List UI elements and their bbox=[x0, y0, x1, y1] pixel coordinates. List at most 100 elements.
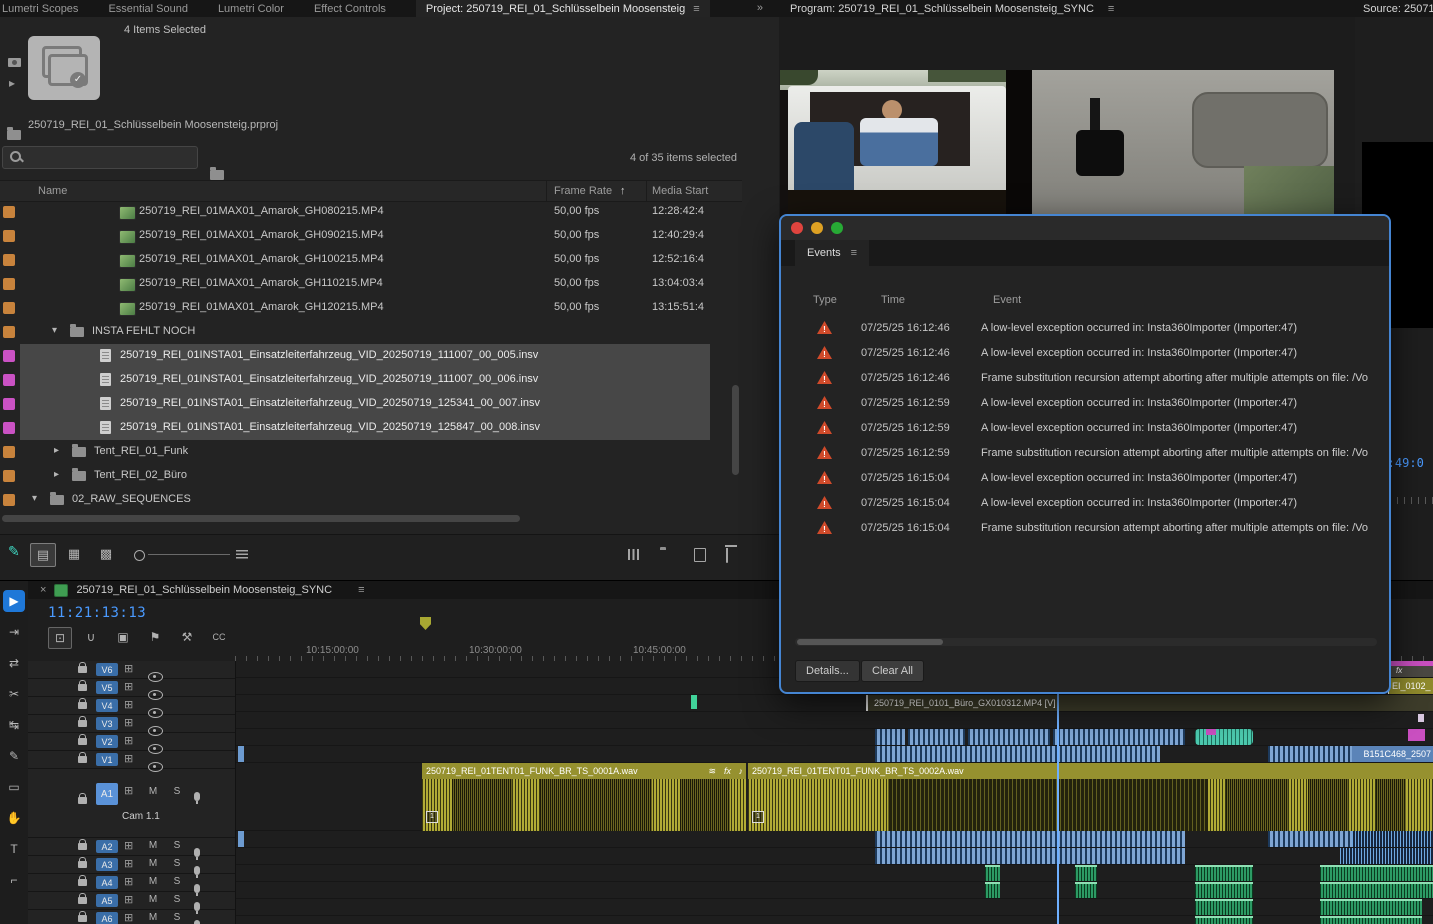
audio-track-header-a3[interactable]: A3 ⊞ M S bbox=[28, 856, 235, 878]
timeline-clip[interactable]: fx bbox=[1390, 661, 1433, 677]
track-select-forward-tool[interactable]: ⇥ bbox=[3, 621, 25, 643]
timeline-clip[interactable] bbox=[1075, 882, 1097, 898]
track-chip[interactable]: V2 bbox=[96, 735, 118, 748]
timeline-clip[interactable] bbox=[1268, 746, 1352, 762]
event-row[interactable]: 07/25/25 16:12:46 A low-level exception o… bbox=[781, 341, 1387, 366]
panel-menu-icon[interactable]: ≡ bbox=[693, 3, 699, 15]
col-media-start[interactable]: Media Start bbox=[652, 185, 708, 197]
project-bin-row[interactable]: ▸ Tent_REI_02_Büro bbox=[0, 464, 742, 488]
project-clip-row[interactable]: 250719_REI_01MAX01_Amarok_GH080215.MP4 50… bbox=[0, 200, 742, 224]
timeline-clip[interactable] bbox=[1195, 865, 1253, 881]
sync-lock-icon[interactable]: ⊞ bbox=[124, 857, 133, 871]
lock-icon[interactable] bbox=[78, 680, 87, 691]
automate-to-sequence-icon[interactable] bbox=[628, 549, 639, 560]
label-color-chip[interactable] bbox=[3, 326, 15, 338]
rectangle-tool[interactable]: ▭ bbox=[3, 776, 25, 798]
track-chip[interactable]: V5 bbox=[96, 681, 118, 694]
timeline-clip[interactable] bbox=[238, 746, 244, 762]
track-chip[interactable]: V6 bbox=[96, 663, 118, 676]
track-chip[interactable]: A5 bbox=[96, 894, 118, 907]
timeline-clip[interactable] bbox=[691, 695, 697, 709]
mute-button[interactable]: M bbox=[146, 786, 160, 797]
add-marker-icon[interactable]: ⚑ bbox=[144, 627, 166, 647]
zoom-slider-track[interactable] bbox=[148, 554, 230, 555]
timeline-panel-menu-icon[interactable]: ≡ bbox=[358, 584, 364, 596]
minimize-window-button[interactable] bbox=[811, 222, 823, 234]
video-track-header-v1[interactable]: V1 ⊞ bbox=[28, 751, 235, 772]
timeline-clip[interactable] bbox=[1408, 729, 1425, 741]
track-chip[interactable]: A4 bbox=[96, 876, 118, 889]
twirl-icon[interactable]: ▾ bbox=[32, 493, 37, 504]
timeline-settings-icon[interactable]: ⚒ bbox=[176, 627, 198, 647]
event-row[interactable]: 07/25/25 16:15:04 Frame substitution recu… bbox=[781, 516, 1387, 541]
tab-overflow-icon[interactable]: » bbox=[757, 2, 763, 14]
event-row[interactable]: 07/25/25 16:12:46 A low-level exception o… bbox=[781, 316, 1387, 341]
track-chip[interactable]: V1 bbox=[96, 753, 118, 766]
solo-button[interactable]: S bbox=[170, 912, 184, 923]
events-hscrollbar[interactable] bbox=[795, 638, 1377, 646]
events-panel-menu-icon[interactable]: ≡ bbox=[851, 247, 857, 259]
video-track-header-v2[interactable]: V2 ⊞ bbox=[28, 733, 235, 754]
freeform-view-icon[interactable]: ▩ bbox=[94, 543, 118, 565]
label-color-chip[interactable] bbox=[3, 254, 15, 266]
tab-project[interactable]: Project: 250719_REI_01_Schlüsselbein Moo… bbox=[415, 0, 710, 17]
solo-button[interactable]: S bbox=[170, 876, 184, 887]
tab-lumetri-scopes[interactable]: Lumetri Scopes bbox=[2, 3, 78, 15]
sequence-marker[interactable] bbox=[420, 617, 431, 630]
lock-icon[interactable] bbox=[78, 857, 87, 868]
tab-lumetri-color[interactable]: Lumetri Color bbox=[218, 3, 284, 15]
track-chip[interactable]: A6 bbox=[96, 912, 118, 924]
mute-button[interactable]: M bbox=[146, 912, 160, 923]
sort-ascending-icon[interactable]: ↑ bbox=[620, 185, 626, 197]
mute-button[interactable]: M bbox=[146, 894, 160, 905]
lock-icon[interactable] bbox=[78, 793, 87, 804]
timeline-clip[interactable] bbox=[1320, 916, 1422, 924]
label-color-chip[interactable] bbox=[3, 206, 15, 218]
audio-track-header-a6[interactable]: A6 ⊞ M S bbox=[28, 910, 235, 924]
solo-button[interactable]: S bbox=[170, 858, 184, 869]
timeline-clip[interactable] bbox=[1340, 848, 1433, 864]
track-chip[interactable]: A1 bbox=[96, 783, 118, 805]
timeline-clip[interactable]: B151C468_2507 bbox=[1352, 746, 1433, 762]
window-titlebar[interactable] bbox=[781, 216, 1389, 240]
tab-program[interactable]: Program: 250719_REI_01_Schlüsselbein Moo… bbox=[790, 3, 1094, 15]
project-vscrollbar[interactable] bbox=[732, 385, 739, 475]
mute-button[interactable]: M bbox=[146, 876, 160, 887]
lock-icon[interactable] bbox=[78, 698, 87, 709]
timeline-clip[interactable] bbox=[238, 831, 244, 847]
video-track-header-v5[interactable]: V5 ⊞ bbox=[28, 679, 235, 700]
project-file-name[interactable]: 250719_REI_01_Schlüsselbein Moosensteig.… bbox=[28, 119, 278, 131]
sync-lock-icon[interactable]: ⊞ bbox=[124, 875, 133, 889]
label-color-chip[interactable] bbox=[3, 302, 15, 314]
timeline-clip[interactable] bbox=[985, 865, 1000, 881]
audio-clip-funk-0001[interactable]: 250719_REI_01TENT01_FUNK_BR_TS_0001A.wav… bbox=[422, 763, 746, 831]
video-track-header-v4[interactable]: V4 ⊞ bbox=[28, 697, 235, 718]
sort-icon[interactable] bbox=[236, 550, 248, 559]
close-sequence-icon[interactable]: × bbox=[40, 584, 46, 596]
sync-lock-icon[interactable]: ⊞ bbox=[124, 911, 133, 924]
pen-tool[interactable]: ✎ bbox=[3, 745, 25, 767]
timeline-clip[interactable] bbox=[1195, 899, 1253, 915]
project-bin-row[interactable]: ▾ INSTA FEHLT NOCH bbox=[0, 320, 742, 344]
project-hscrollbar[interactable] bbox=[2, 515, 520, 522]
playhead-timecode[interactable]: 11:21:13:13 bbox=[48, 605, 146, 621]
col-name[interactable]: Name bbox=[38, 185, 67, 197]
project-bin-row[interactable]: ▸ Tent_REI_01_Funk bbox=[0, 440, 742, 464]
sync-lock-icon[interactable]: ⊞ bbox=[124, 680, 133, 694]
list-view-icon[interactable]: ▤ bbox=[30, 543, 56, 567]
event-row[interactable]: 07/25/25 16:12:59 A low-level exception o… bbox=[781, 391, 1387, 416]
sync-lock-icon[interactable]: ⊞ bbox=[124, 734, 133, 748]
timeline-clip[interactable] bbox=[1195, 729, 1253, 745]
search-bin-icon[interactable] bbox=[210, 167, 224, 180]
label-color-chip[interactable] bbox=[3, 278, 15, 290]
track-chip[interactable]: V4 bbox=[96, 699, 118, 712]
nest-toggle-icon[interactable]: ⊡ bbox=[48, 627, 72, 649]
project-clip-row[interactable]: 250719_REI_01INSTA01_Einsatzleiterfahrze… bbox=[0, 344, 742, 368]
timeline-clip[interactable] bbox=[875, 729, 905, 745]
sync-lock-icon[interactable]: ⊞ bbox=[124, 839, 133, 853]
project-clip-row[interactable]: 250719_REI_01MAX01_Amarok_GH110215.MP4 50… bbox=[0, 272, 742, 296]
track-chip[interactable]: A2 bbox=[96, 840, 118, 853]
label-color-chip[interactable] bbox=[3, 494, 15, 506]
timeline-clip[interactable] bbox=[1320, 882, 1433, 898]
timeline-clip[interactable] bbox=[985, 882, 1000, 898]
